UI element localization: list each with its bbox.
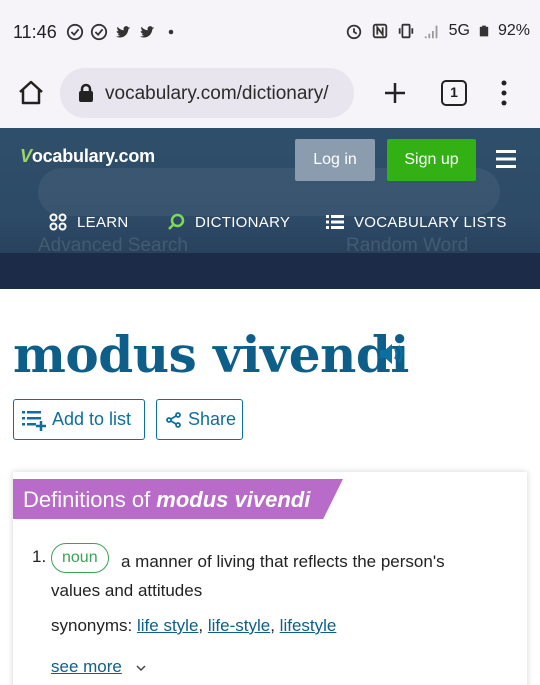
status-bar: 11:46 5G 92% — [0, 0, 540, 64]
dot-icon — [168, 29, 174, 35]
definitions-heading: Definitions of modus vivendi — [23, 487, 310, 513]
signup-button[interactable]: Sign up — [387, 139, 476, 181]
word-title: modus vivendi — [13, 325, 409, 384]
notification-icons — [66, 23, 180, 41]
browser-toolbar: vocabulary.com/dictionary/ 1 — [0, 64, 540, 128]
nav-learn[interactable]: LEARN — [49, 211, 129, 233]
grid-icon — [49, 213, 67, 231]
synonyms-label: synonyms: — [51, 616, 133, 635]
part-of-speech-badge: noun — [51, 543, 109, 573]
definitions-card: Definitions of modus vivendi 1. a manner… — [13, 472, 527, 685]
alarm-icon — [346, 24, 361, 40]
twitter-icon — [115, 26, 131, 38]
more-options-icon[interactable] — [497, 78, 511, 108]
nav-vocabulary-lists[interactable]: VOCABULARY LISTS — [326, 211, 507, 233]
share-icon — [166, 411, 181, 428]
nav-lists-label: VOCABULARY LISTS — [354, 213, 507, 231]
share-button[interactable]: Share — [156, 399, 243, 440]
definition-text: a manner of living that reflects the per… — [51, 552, 445, 600]
vibrate-icon — [398, 23, 413, 39]
twitter-icon — [139, 26, 155, 38]
add-to-list-label: Add to list — [52, 409, 132, 429]
check-circle-icon — [66, 23, 84, 41]
header-band — [0, 253, 540, 289]
home-icon[interactable] — [16, 78, 46, 108]
network-type: 5G — [448, 22, 470, 39]
site-header: Advanced Search Random Word Vocabulary.c… — [0, 128, 540, 289]
add-list-icon — [22, 410, 46, 431]
login-button[interactable]: Log in — [295, 139, 375, 181]
definitions-banner: Definitions of modus vivendi — [13, 479, 343, 519]
speaker-icon[interactable] — [378, 340, 406, 368]
add-to-list-button[interactable]: Add to list — [13, 399, 145, 440]
logo-text: ocabulary.com — [31, 146, 155, 166]
signal-icon — [424, 25, 438, 39]
logo-letter: V — [20, 146, 32, 166]
url-text: vocabulary.com/dictionary/ — [105, 83, 329, 104]
definition-number: 1. — [32, 547, 47, 566]
check-circle-icon — [90, 23, 108, 41]
nav-dictionary-label: DICTIONARY — [195, 213, 291, 231]
hamburger-menu-icon[interactable] — [496, 150, 516, 168]
nav-learn-label: LEARN — [77, 213, 129, 231]
see-more-link[interactable]: see more — [51, 657, 122, 677]
synonym-link[interactable]: life-style — [208, 616, 270, 635]
battery-percent: 92% — [497, 22, 530, 39]
battery-icon — [479, 25, 489, 37]
site-logo[interactable]: Vocabulary.com — [20, 146, 155, 167]
banner-prefix: Definitions of — [23, 487, 157, 512]
banner-word: modus vivendi — [156, 487, 311, 512]
new-tab-icon[interactable] — [380, 78, 410, 108]
lock-icon — [79, 83, 93, 102]
synonyms-line: synonyms: life style, life-style, lifest… — [51, 616, 337, 635]
tab-switcher-button[interactable]: 1 — [441, 80, 467, 106]
system-icons: 5G 92% — [345, 22, 530, 40]
list-icon — [326, 215, 344, 229]
synonym-link[interactable]: lifestyle — [280, 616, 337, 635]
nfc-icon — [372, 23, 387, 39]
status-time: 11:46 — [13, 22, 57, 42]
address-bar[interactable]: vocabulary.com/dictionary/ — [60, 68, 354, 118]
synonym-link[interactable]: life style — [137, 616, 198, 635]
search-icon — [168, 213, 185, 230]
chevron-down-icon[interactable] — [135, 662, 147, 674]
share-label: Share — [188, 409, 237, 429]
nav-dictionary[interactable]: DICTIONARY — [167, 211, 290, 233]
